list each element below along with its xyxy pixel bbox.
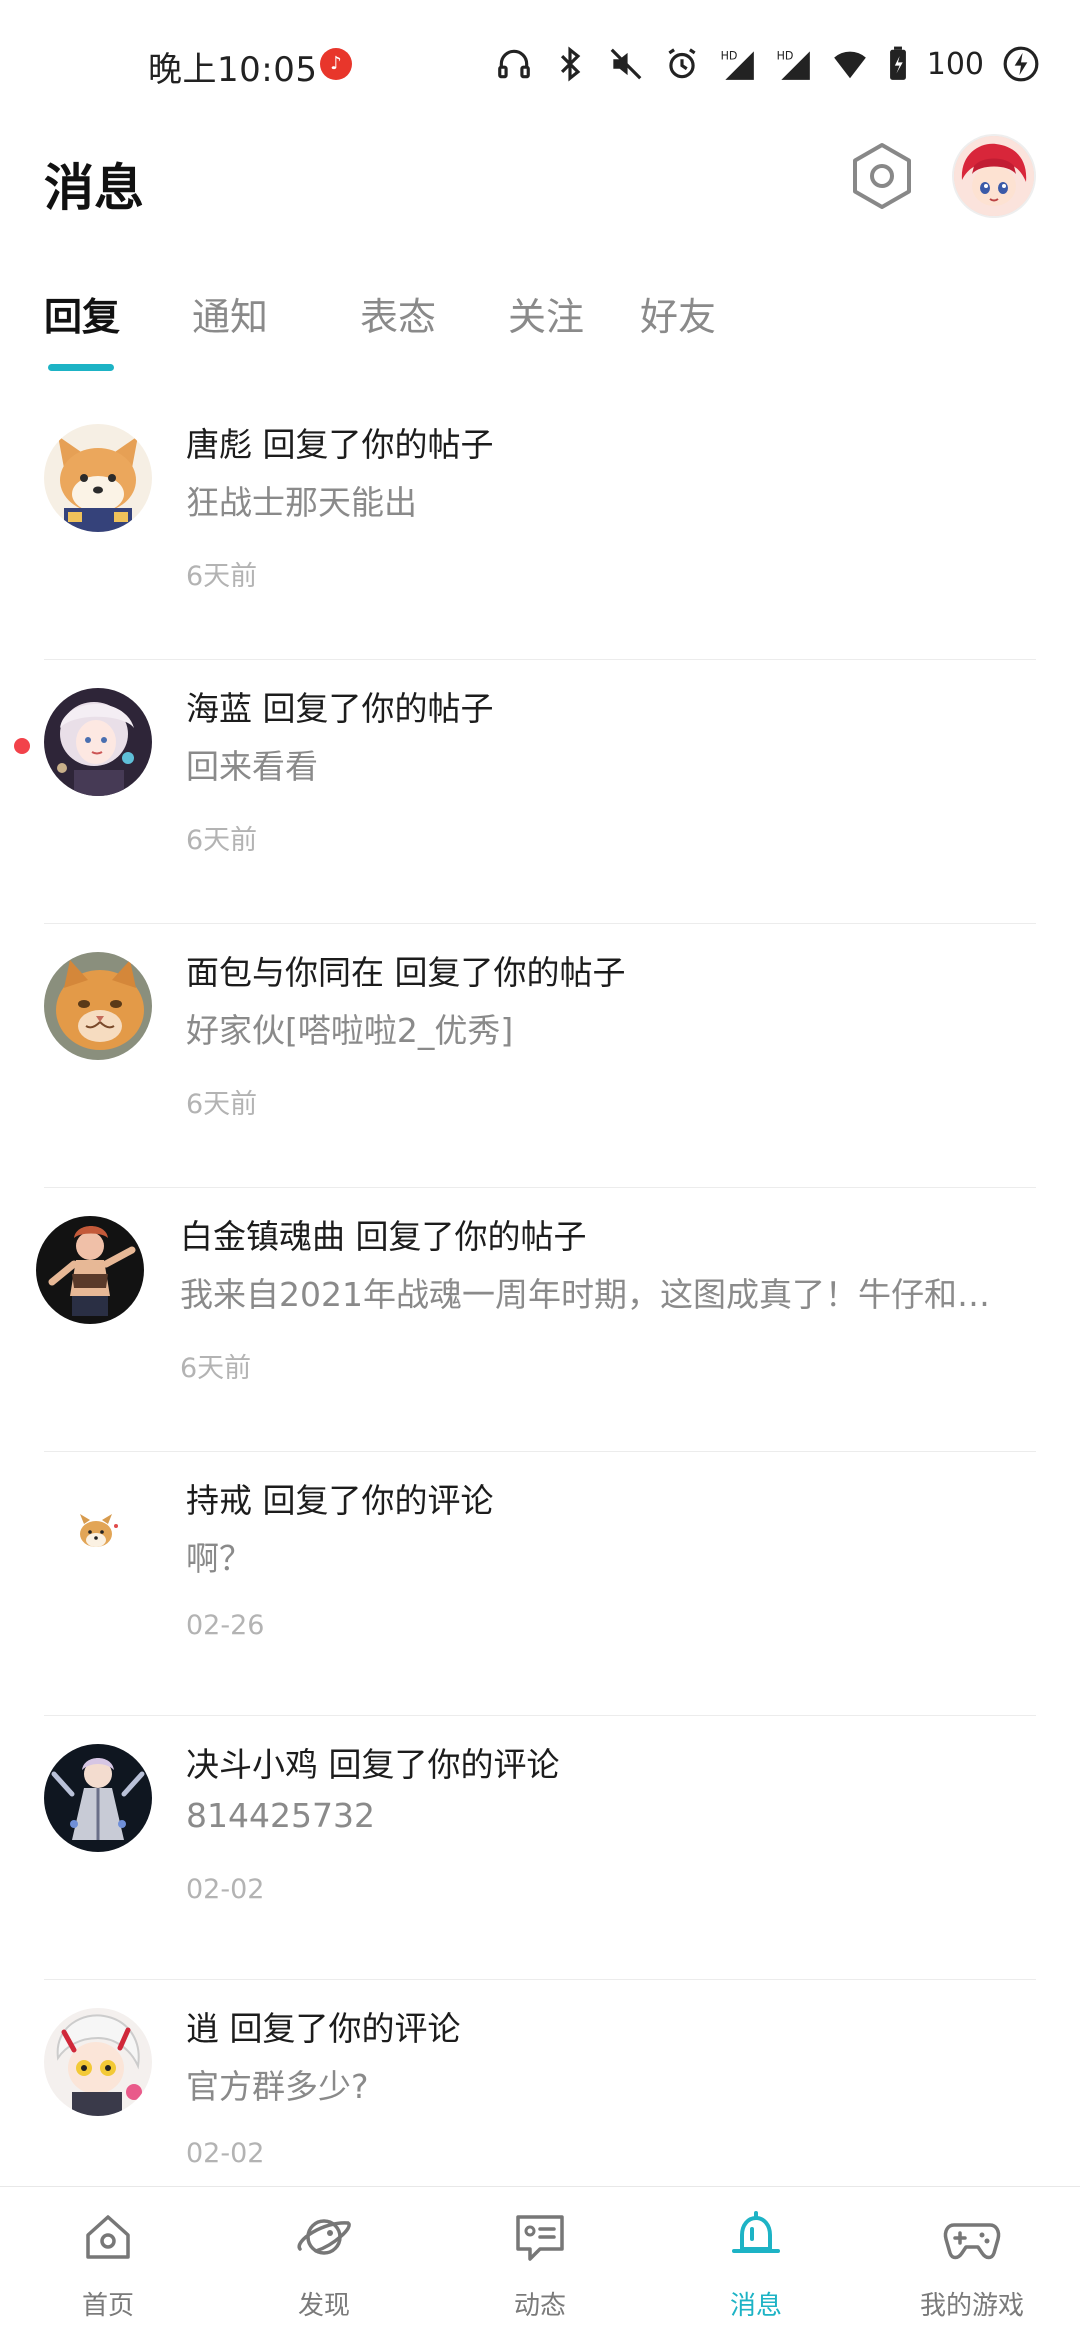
avatar[interactable] (44, 1480, 152, 1588)
list-item[interactable]: 面包与你同在 回复了你的帖子 好家伙[嗒啦啦2_优秀] 6天前 (0, 924, 1080, 1188)
status-icons: HD HD 100 (495, 40, 1040, 88)
message-time: 02-02 (186, 2138, 265, 2169)
unread-dot (14, 738, 30, 754)
nav-item-messages[interactable]: 消息 (648, 2187, 864, 2341)
avatar[interactable] (44, 1744, 152, 1852)
nav-label: 我的游戏 (919, 2291, 1024, 2321)
message-content: 我来自2021年战魂一周年时期，这图成真了！牛仔和… (180, 1275, 990, 1314)
hd-signal-icon: HD (719, 45, 757, 83)
list-item[interactable]: 持戒 回复了你的评论 啊？ 02-26 (0, 1452, 1080, 1716)
header: 消息 (0, 130, 1080, 250)
message-content: 狂战士那天能出 (186, 483, 417, 522)
avatar[interactable] (44, 2008, 152, 2116)
mute-icon (607, 45, 645, 83)
message-time: 6天前 (186, 561, 258, 592)
tab-reply[interactable]: 回复 (44, 286, 120, 341)
home-icon (78, 2207, 138, 2267)
message-title: 白金镇魂曲 回复了你的帖子 (180, 1217, 587, 1256)
nav-label: 消息 (729, 2291, 782, 2321)
message-tabs: 回复 通知 表态 关注 好友 (0, 280, 1080, 380)
gamepad-icon (942, 2207, 1002, 2267)
netease-music-icon: ♪ (320, 48, 352, 80)
message-title: 决斗小鸡 回复了你的评论 (186, 1745, 560, 1784)
bottom-nav: 首页 发现 动态 消息 我的游戏 (0, 2186, 1080, 2341)
hd-signal-icon: HD (775, 45, 813, 83)
message-content: 回来看看 (186, 747, 318, 786)
bell-icon (726, 2207, 786, 2267)
message-content: 好家伙[嗒啦啦2_优秀] (186, 1011, 514, 1050)
message-title: 面包与你同在 回复了你的帖子 (186, 953, 626, 992)
svg-text:HD: HD (776, 49, 793, 62)
avatar[interactable] (36, 1216, 144, 1324)
nav-label: 动态 (513, 2291, 566, 2321)
bluetooth-icon (551, 45, 589, 83)
discover-planet-icon (294, 2207, 354, 2267)
message-time: 6天前 (186, 825, 258, 856)
settings-button[interactable] (846, 140, 918, 212)
tab-notice[interactable]: 通知 (192, 286, 268, 341)
settings-icon (853, 143, 911, 209)
list-item[interactable]: 唐彪 回复了你的帖子 狂战士那天能出 6天前 (0, 396, 1080, 660)
nav-item-home[interactable]: 首页 (0, 2187, 216, 2341)
tab-active-indicator (48, 364, 114, 371)
tab-reaction[interactable]: 表态 (360, 286, 436, 341)
nav-item-discover[interactable]: 发现 (216, 2187, 432, 2341)
message-title: 唐彪 回复了你的帖子 (186, 425, 494, 464)
user-avatar[interactable] (954, 136, 1034, 216)
message-content: 814425732 (186, 1796, 375, 1835)
tab-follow[interactable]: 关注 (508, 286, 584, 341)
message-time: 02-26 (186, 1610, 265, 1641)
list-item[interactable]: 海蓝 回复了你的帖子 回来看看 6天前 (0, 660, 1080, 924)
message-content: 啊？ (186, 1539, 252, 1578)
avatar[interactable] (44, 424, 152, 532)
message-time: 6天前 (180, 1353, 252, 1384)
battery-level: 100 (926, 46, 984, 82)
nav-item-feed[interactable]: 动态 (432, 2187, 648, 2341)
message-time: 02-02 (186, 1874, 265, 1905)
nav-label: 首页 (81, 2291, 134, 2321)
tab-friends[interactable]: 好友 (640, 286, 716, 341)
headphones-icon (495, 45, 533, 83)
avatar[interactable] (44, 952, 152, 1060)
message-title: 逍 回复了你的评论 (186, 2009, 461, 2048)
feed-icon (510, 2207, 570, 2267)
page-title: 消息 (44, 159, 144, 217)
nav-item-my-games[interactable]: 我的游戏 (864, 2187, 1080, 2341)
status-time: 晚上10:05 (148, 50, 318, 90)
message-title: 海蓝 回复了你的帖子 (186, 689, 494, 728)
status-bar: 晚上10:05 ♪ HD HD 100 (0, 0, 1080, 130)
list-item[interactable]: 白金镇魂曲 回复了你的帖子 我来自2021年战魂一周年时期，这图成真了！牛仔和…… (0, 1188, 1080, 1452)
message-title: 持戒 回复了你的评论 (186, 1481, 494, 1520)
alarm-icon (663, 45, 701, 83)
message-time: 6天前 (186, 1089, 258, 1120)
charging-icon (1002, 45, 1040, 83)
wifi-icon (831, 45, 869, 83)
svg-text:HD: HD (720, 49, 737, 62)
nav-label: 发现 (297, 2291, 350, 2321)
avatar[interactable] (44, 688, 152, 796)
list-item[interactable]: 决斗小鸡 回复了你的评论 814425732 02-02 (0, 1716, 1080, 1980)
battery-icon (887, 45, 909, 83)
message-content: 官方群多少? (186, 2067, 369, 2106)
